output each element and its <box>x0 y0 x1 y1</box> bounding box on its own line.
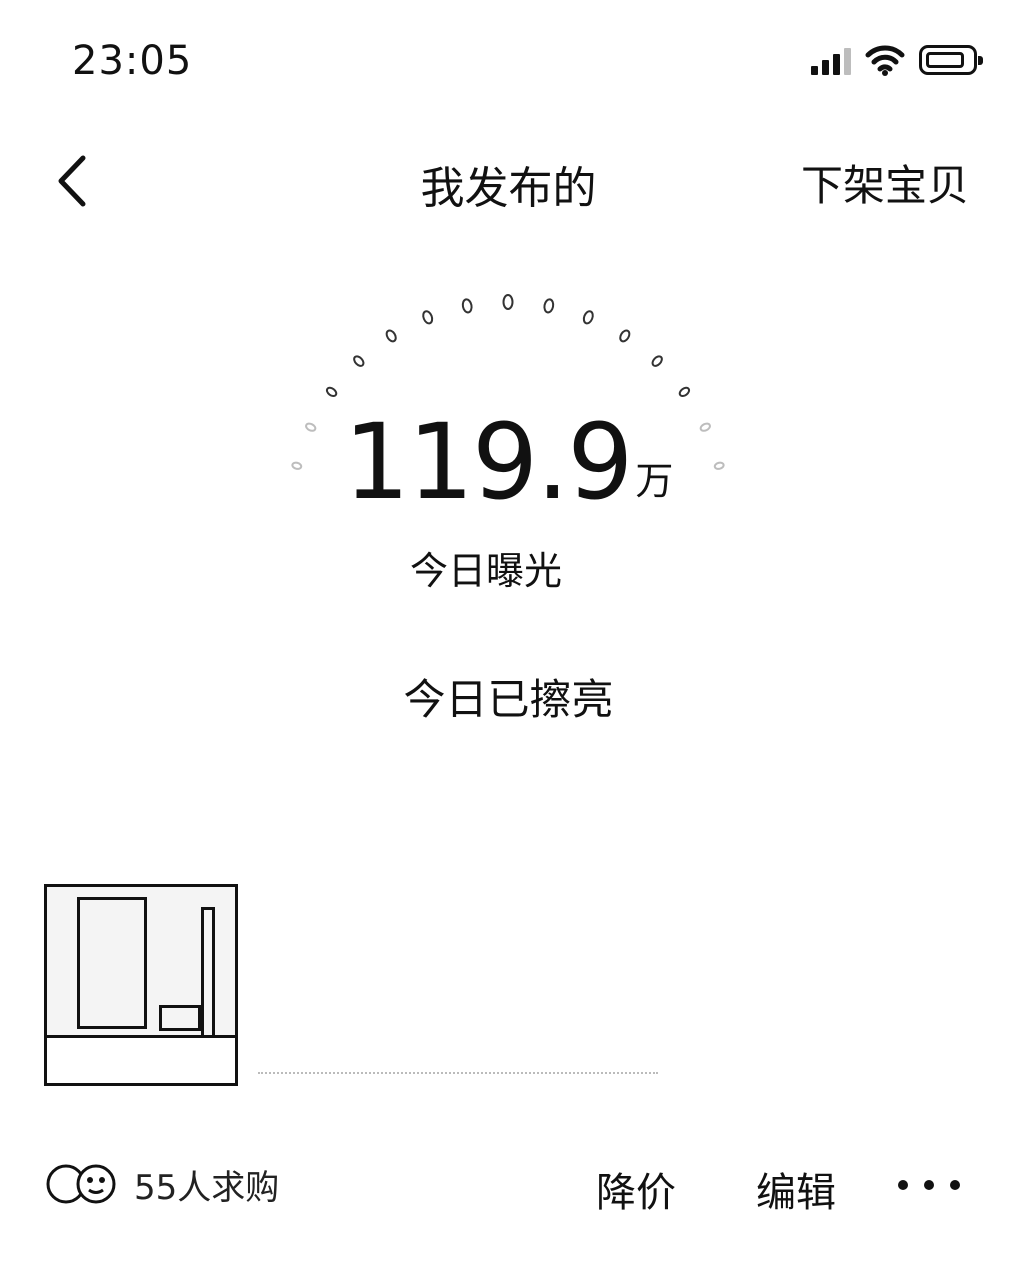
gauge-tick <box>422 310 434 325</box>
gauge-tick <box>651 355 663 367</box>
buyer-avatars-icon <box>46 1164 116 1204</box>
gauge-tick <box>385 329 397 343</box>
exposure-number: 119.9 <box>343 401 634 523</box>
battery-icon <box>919 45 983 75</box>
item-meta <box>258 1050 658 1074</box>
exposure-value: 119.9 万 <box>0 410 1017 514</box>
gauge-tick <box>678 386 691 398</box>
delisted-items-button[interactable]: 下架宝贝 <box>801 152 969 213</box>
more-dots-icon[interactable] <box>898 1168 960 1202</box>
gauge-tick <box>325 386 338 398</box>
price-cut-button[interactable]: 降价 <box>596 1160 676 1218</box>
status-time: 23:05 <box>72 38 193 84</box>
gauge-tick <box>543 298 555 314</box>
cellular-signal-icon <box>811 45 851 75</box>
gauge-tick <box>461 298 473 314</box>
polish-status-button[interactable]: 今日已擦亮 <box>0 666 1017 727</box>
my-published-screen: 23:05 我发布的 下架宝贝 119.9 万 今日曝光 今日已擦亮 55人求购… <box>0 0 1017 1280</box>
item-title[interactable] <box>258 896 838 940</box>
exposure-unit: 万 <box>635 459 674 503</box>
gauge-tick <box>353 355 365 367</box>
wifi-icon <box>865 45 905 76</box>
gauge-tick <box>619 329 631 343</box>
item-thumbnail[interactable] <box>44 884 238 1086</box>
status-icons <box>811 44 983 76</box>
wants-text: 55人求购 <box>134 1167 280 1208</box>
edit-button[interactable]: 编辑 <box>756 1160 836 1218</box>
exposure-label: 今日曝光 <box>410 549 563 593</box>
wants-count[interactable]: 55人求购 <box>44 1156 279 1212</box>
gauge-tick <box>502 294 514 310</box>
gauge-tick <box>582 310 594 325</box>
